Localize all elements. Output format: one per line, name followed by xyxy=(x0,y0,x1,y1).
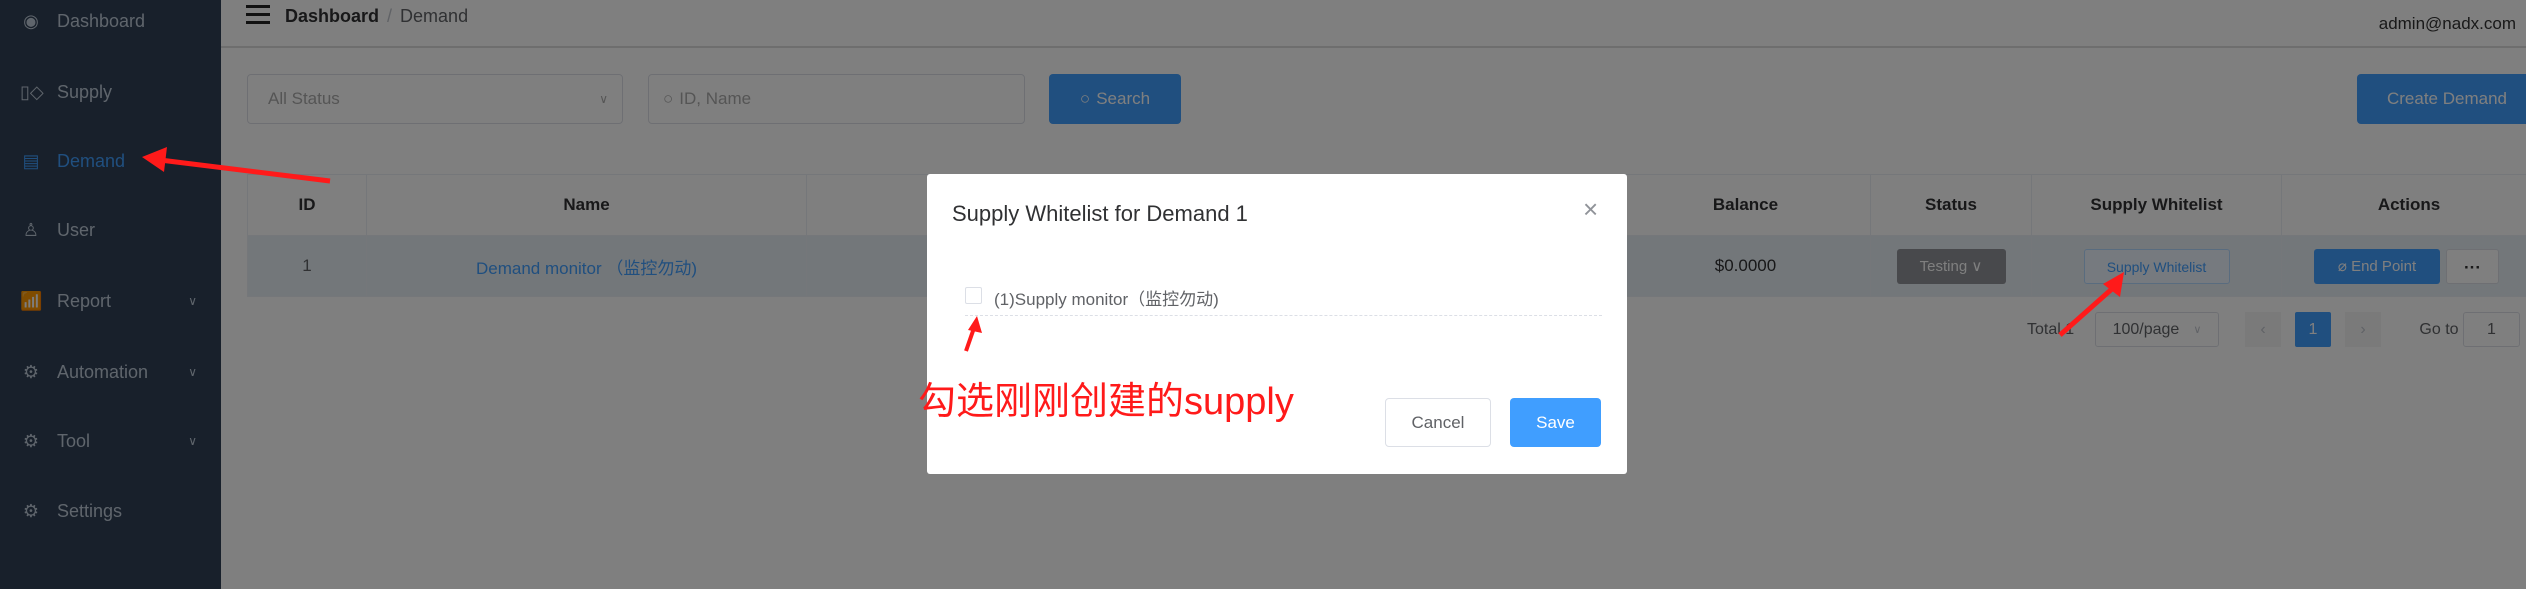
arrow-to-checkbox-icon xyxy=(964,316,982,352)
arrow-to-demand-icon xyxy=(142,147,331,184)
arrow-to-supply-whitelist-icon xyxy=(2058,272,2124,337)
annotation-arrows xyxy=(142,147,2124,352)
